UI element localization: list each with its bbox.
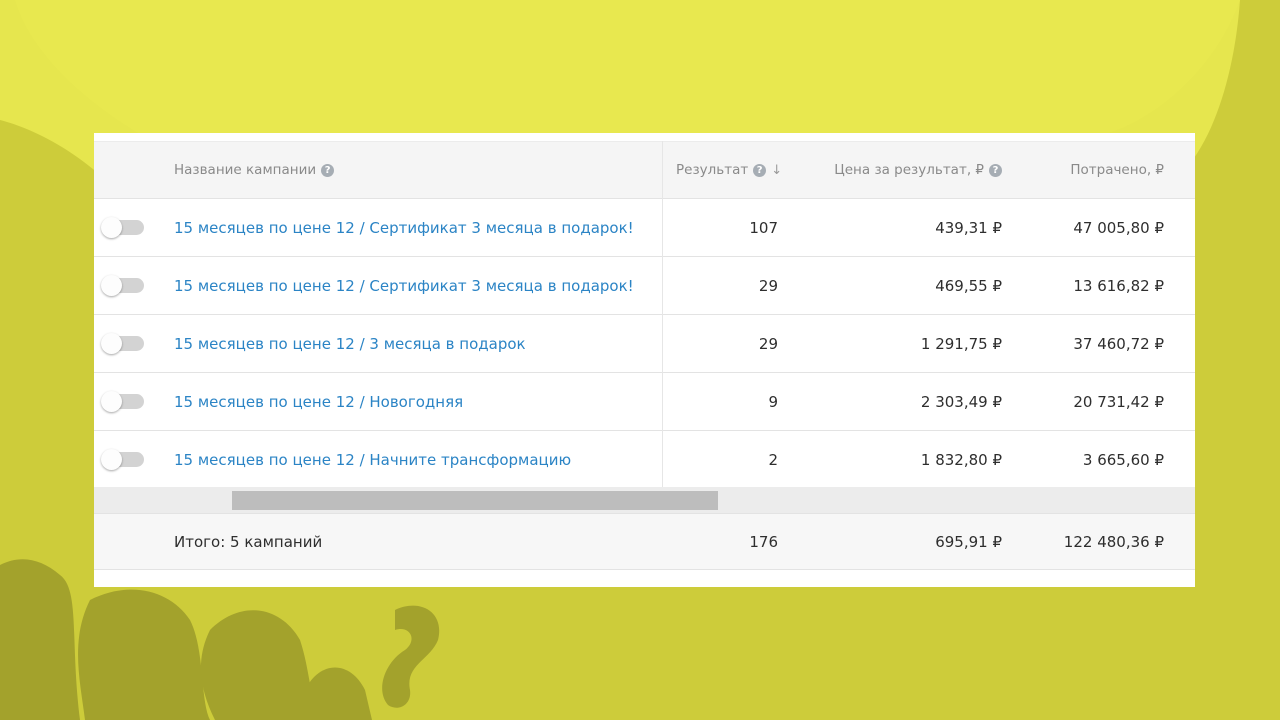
campaign-name-link[interactable]: 15 месяцев по цене 12 / Сертификат 3 мес… bbox=[174, 199, 634, 256]
campaign-toggle[interactable] bbox=[101, 217, 144, 238]
table-row: 15 месяцев по цене 12 / Начните трансфор… bbox=[94, 431, 1195, 489]
result-value: 2 bbox=[768, 450, 778, 469]
campaign-table: Название кампании ? Результат ? ↓ Цена з… bbox=[94, 133, 1195, 587]
campaign-toggle[interactable] bbox=[101, 391, 144, 412]
price-value: 469,55 ₽ bbox=[935, 276, 1002, 295]
column-header-price[interactable]: Цена за результат, ₽ ? bbox=[794, 142, 1002, 198]
help-icon[interactable]: ? bbox=[321, 163, 335, 177]
column-divider bbox=[662, 141, 663, 487]
price-value: 1 832,80 ₽ bbox=[920, 450, 1002, 469]
campaign-name-link[interactable]: 15 месяцев по цене 12 / Сертификат 3 мес… bbox=[174, 257, 634, 314]
sort-arrow-down-icon[interactable]: ↓ bbox=[771, 163, 782, 178]
spent-value: 3 665,60 ₽ bbox=[1082, 450, 1164, 469]
table-row: 15 месяцев по цене 12 / 3 месяца в подар… bbox=[94, 315, 1195, 373]
column-header-name-label: Название кампании bbox=[174, 162, 317, 178]
table-row: 15 месяцев по цене 12 / Сертификат 3 мес… bbox=[94, 257, 1195, 315]
campaign-toggle[interactable] bbox=[101, 333, 144, 354]
total-label: Итого: 5 кампаний bbox=[174, 532, 323, 551]
spent-value: 13 616,82 ₽ bbox=[1073, 276, 1164, 295]
column-header-spent-label: Потрачено, ₽ bbox=[1070, 162, 1164, 178]
campaign-name-link[interactable]: 15 месяцев по цене 12 / Новогодняя bbox=[174, 373, 463, 430]
toggle-knob bbox=[101, 449, 122, 470]
price-value: 1 291,75 ₽ bbox=[920, 334, 1002, 353]
column-header-name[interactable]: Название кампании ? bbox=[174, 142, 335, 198]
horizontal-scrollbar[interactable] bbox=[94, 487, 1195, 513]
campaign-name-link[interactable]: 15 месяцев по цене 12 / 3 месяца в подар… bbox=[174, 315, 526, 372]
result-value: 29 bbox=[758, 276, 778, 295]
campaign-name-link[interactable]: 15 месяцев по цене 12 / Начните трансфор… bbox=[174, 431, 571, 488]
campaign-toggle[interactable] bbox=[101, 449, 144, 470]
spent-value: 47 005,80 ₽ bbox=[1073, 218, 1164, 237]
column-header-result-label: Результат bbox=[676, 162, 749, 178]
result-value: 29 bbox=[758, 334, 778, 353]
spent-value: 20 731,42 ₽ bbox=[1073, 392, 1164, 411]
toggle-knob bbox=[101, 333, 122, 354]
price-value: 439,31 ₽ bbox=[935, 218, 1002, 237]
column-header-result[interactable]: Результат ? ↓ bbox=[676, 142, 782, 198]
toggle-knob bbox=[101, 275, 122, 296]
table-row: 15 месяцев по цене 12 / Новогодняя 9 2 3… bbox=[94, 373, 1195, 431]
toggle-knob bbox=[101, 391, 122, 412]
total-spent: 122 480,36 ₽ bbox=[1063, 532, 1164, 551]
scrollbar-thumb[interactable] bbox=[232, 491, 718, 510]
result-value: 107 bbox=[749, 218, 778, 237]
column-header-price-label: Цена за результат, ₽ bbox=[834, 162, 984, 178]
result-value: 9 bbox=[768, 392, 778, 411]
price-value: 2 303,49 ₽ bbox=[920, 392, 1002, 411]
help-icon[interactable]: ? bbox=[989, 163, 1002, 177]
spent-value: 37 460,72 ₽ bbox=[1073, 334, 1164, 353]
table-header: Название кампании ? Результат ? ↓ Цена з… bbox=[94, 141, 1195, 199]
column-header-spent[interactable]: Потрачено, ₽ bbox=[1014, 142, 1164, 198]
total-price: 695,91 ₽ bbox=[935, 532, 1002, 551]
total-result: 176 bbox=[749, 532, 778, 551]
help-icon[interactable]: ? bbox=[753, 163, 767, 177]
campaign-toggle[interactable] bbox=[101, 275, 144, 296]
table-row: 15 месяцев по цене 12 / Сертификат 3 мес… bbox=[94, 199, 1195, 257]
toggle-knob bbox=[101, 217, 122, 238]
table-total-row: Итого: 5 кампаний 176 695,91 ₽ 122 480,3… bbox=[94, 513, 1195, 570]
